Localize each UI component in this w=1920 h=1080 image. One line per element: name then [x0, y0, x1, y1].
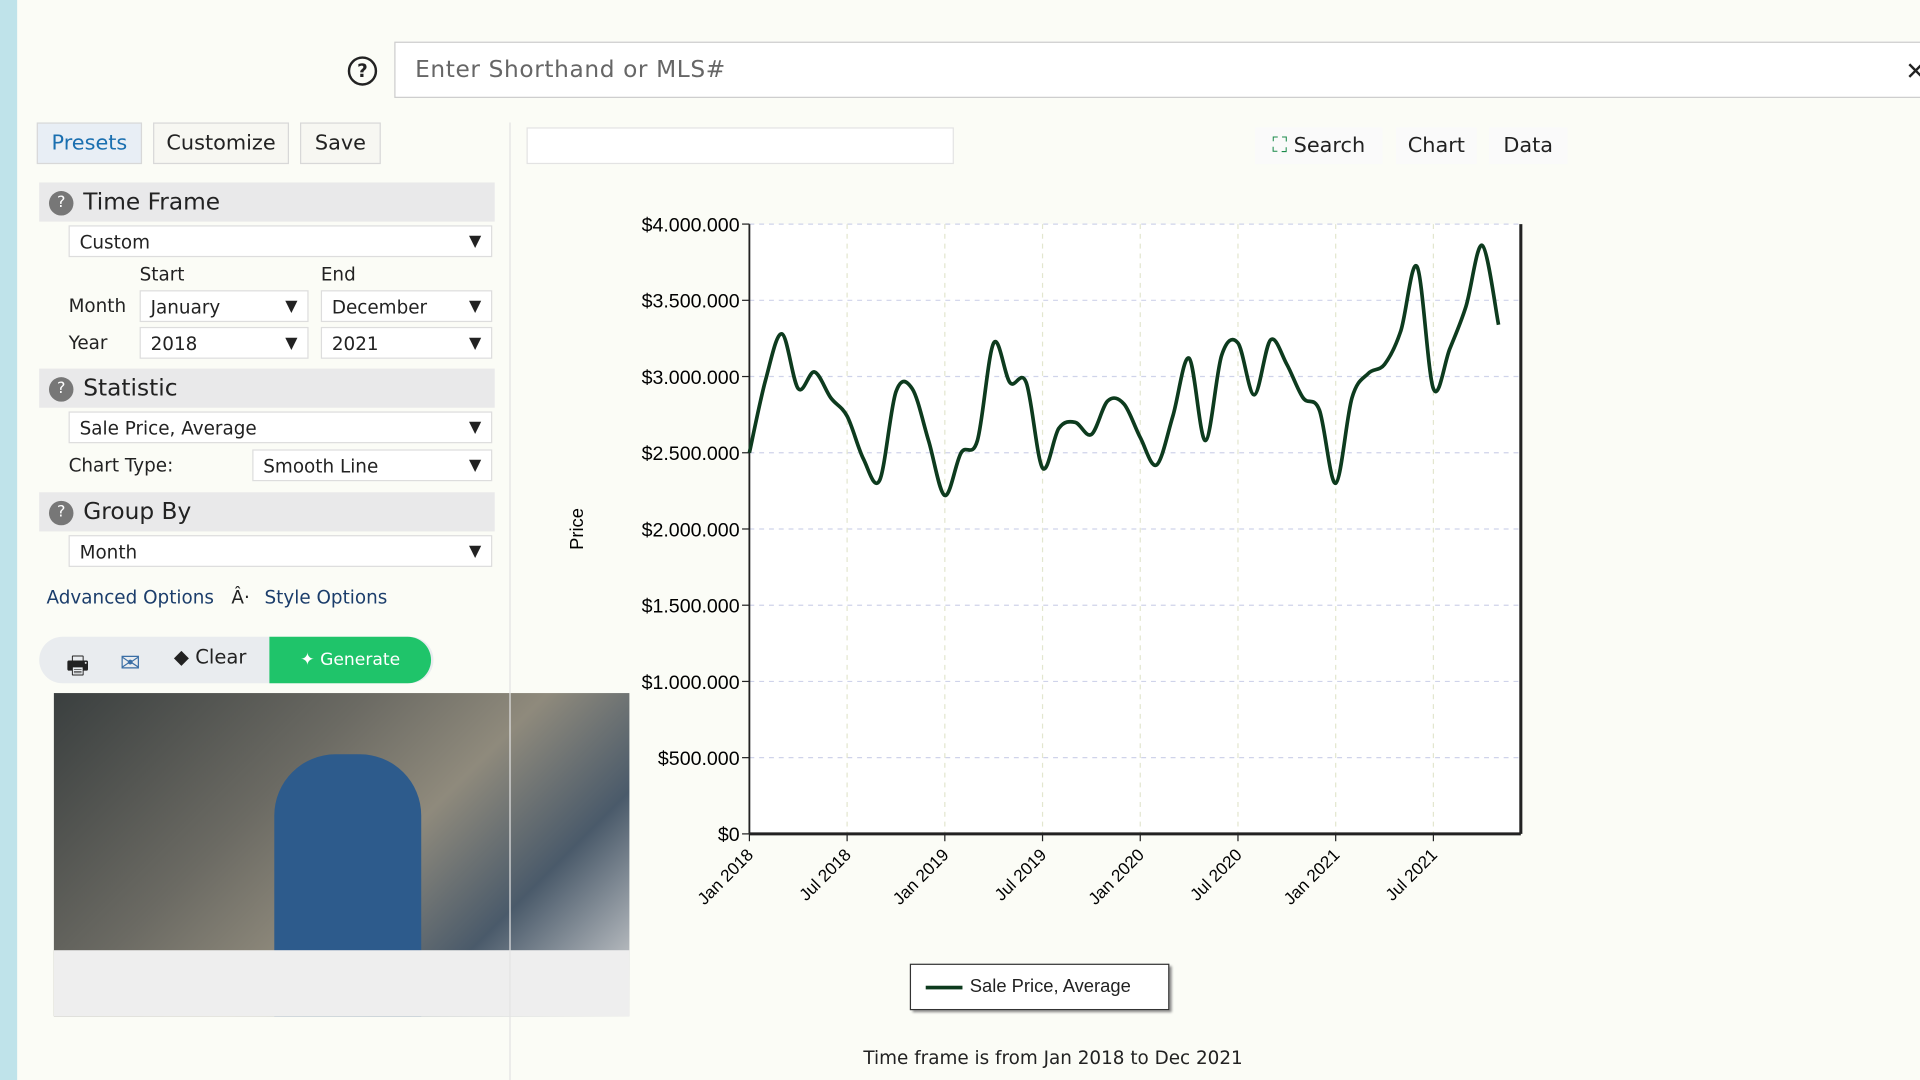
x-tick-label: Jan 2021: [1279, 845, 1343, 909]
y-tick-label: $0: [718, 824, 740, 846]
y-tick-label: $2.500.000: [642, 443, 740, 465]
x-tick-label: Jan 2019: [889, 845, 953, 909]
chart-legend: Sale Price, Average: [909, 963, 1170, 1011]
y-tick-label: $1.000.000: [642, 672, 740, 694]
legend-label: Sale Price, Average: [969, 975, 1131, 997]
price-chart: $0 $500.000 $1.000.000 $1.500.000 $2.000.000…: [566, 214, 1523, 909]
y-axis-label: Price: [566, 508, 587, 550]
y-tick-label: $4.000.000: [642, 214, 740, 236]
timeframe-note: Time frame is from Jan 2018 to Dec 2021: [863, 1046, 1243, 1069]
app: ? Enter Shorthand or MLS# ✕ Presets Cust…: [0, 0, 1920, 1080]
x-tick-label: Jan 2020: [1084, 845, 1148, 909]
x-tick-label: Jul 2018: [795, 845, 855, 905]
y-tick-label: $1.500.000: [642, 596, 740, 618]
x-tick-label: Jul 2019: [990, 845, 1050, 905]
y-tick-label: $2.000.000: [642, 519, 740, 541]
x-tick-label: Jan 2018: [693, 845, 757, 909]
legend-swatch: [925, 985, 963, 989]
y-tick-label: $500.000: [658, 748, 740, 770]
y-tick-label: $3.500.000: [642, 291, 740, 313]
y-tick-label: $3.000.000: [642, 367, 740, 389]
x-tick-label: Jul 2021: [1381, 845, 1441, 905]
x-tick-label: Jul 2020: [1186, 845, 1246, 905]
